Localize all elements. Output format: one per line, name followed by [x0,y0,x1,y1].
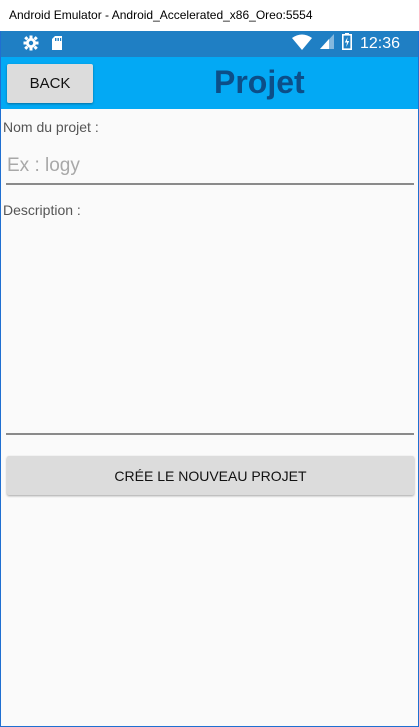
status-time: 12:36 [359,35,400,52]
description-input[interactable] [6,219,414,435]
cell-signal-icon [319,34,334,54]
app-bar: BACK Projet [1,57,418,109]
gear-icon [23,35,39,56]
back-button[interactable]: BACK [7,64,93,103]
project-name-label: Nom du projet : [3,119,99,135]
emulator-screen: 12:36 BACK Projet Nom du projet : Descri… [0,31,419,727]
project-name-input[interactable] [6,149,414,185]
create-project-button[interactable]: CRÉE LE NOUVEAU PROJET [7,456,414,495]
status-bar: 12:36 [1,31,418,57]
sd-card-icon [51,35,63,56]
wifi-icon [291,34,312,55]
battery-icon [341,33,352,55]
window-title: Android Emulator - Android_Accelerated_x… [0,0,419,31]
page-title: Projet [214,64,305,100]
description-label: Description : [3,202,81,218]
